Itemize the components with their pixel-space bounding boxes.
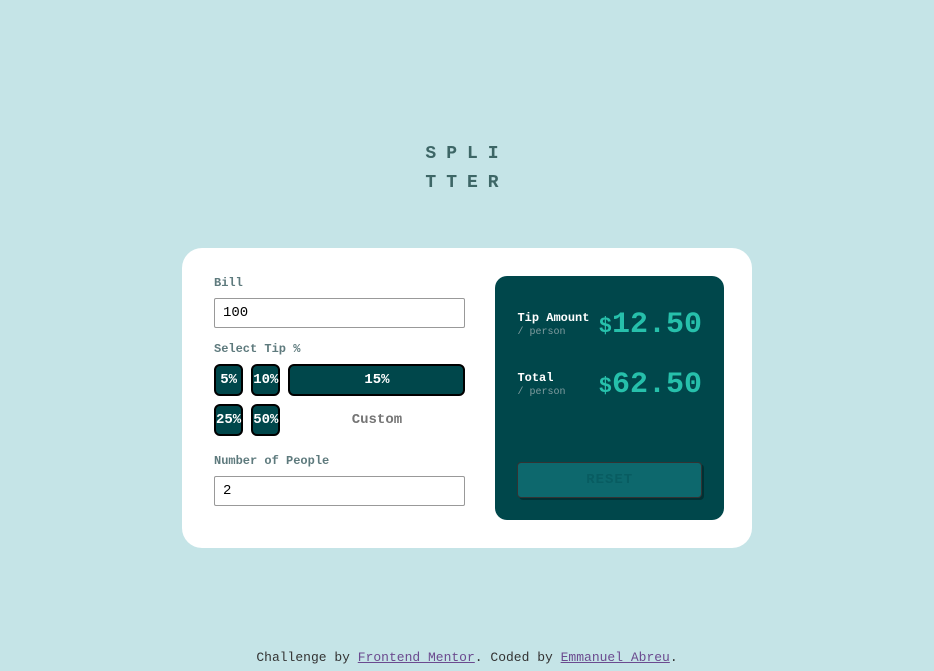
attribution-mid: . Coded by [475, 650, 561, 665]
attribution-suffix: . [670, 650, 678, 665]
people-input[interactable] [214, 476, 465, 506]
calculator-card: Bill Select Tip % 5% 10% 15% 25% 50% Num… [182, 248, 752, 548]
tip-grid: 5% 10% 15% 25% 50% [214, 364, 465, 436]
total-label: Total [517, 371, 565, 385]
tip-label: Select Tip % [214, 342, 465, 356]
total-value: $62.50 [599, 368, 702, 402]
tip-50-button[interactable]: 50% [251, 404, 280, 436]
people-label: Number of People [214, 454, 465, 468]
tip-amount-row: Tip Amount / person $12.50 [517, 308, 702, 342]
logo-line-2: TTER [425, 169, 508, 198]
result-panel: Tip Amount / person $12.50 Total / perso… [495, 276, 724, 520]
tip-amount-labels: Tip Amount / person [517, 311, 589, 338]
total-row: Total / person $62.50 [517, 368, 702, 402]
attribution-prefix: Challenge by [256, 650, 357, 665]
attribution: Challenge by Frontend Mentor. Coded by E… [0, 649, 934, 665]
app-logo: SPLI TTER [425, 140, 508, 198]
input-panel: Bill Select Tip % 5% 10% 15% 25% 50% Num… [210, 276, 465, 520]
logo-line-1: SPLI [425, 140, 508, 169]
tip-25-button[interactable]: 25% [214, 404, 243, 436]
tip-15-button[interactable]: 15% [288, 364, 465, 396]
frontend-mentor-link[interactable]: Frontend Mentor [358, 650, 475, 665]
total-sublabel: / person [517, 387, 565, 398]
tip-5-button[interactable]: 5% [214, 364, 243, 396]
total-labels: Total / person [517, 371, 565, 398]
dollar-icon: $ [599, 374, 612, 399]
tip-custom-input[interactable] [288, 404, 465, 436]
bill-input[interactable] [214, 298, 465, 328]
tip-10-button[interactable]: 10% [251, 364, 280, 396]
author-link[interactable]: Emmanuel Abreu [561, 650, 670, 665]
dollar-icon: $ [599, 314, 612, 339]
tip-amount-value: $12.50 [599, 308, 702, 342]
reset-button[interactable]: RESET [517, 462, 702, 498]
tip-amount-label: Tip Amount [517, 311, 589, 325]
bill-label: Bill [214, 276, 465, 290]
tip-amount-sublabel: / person [517, 327, 589, 338]
